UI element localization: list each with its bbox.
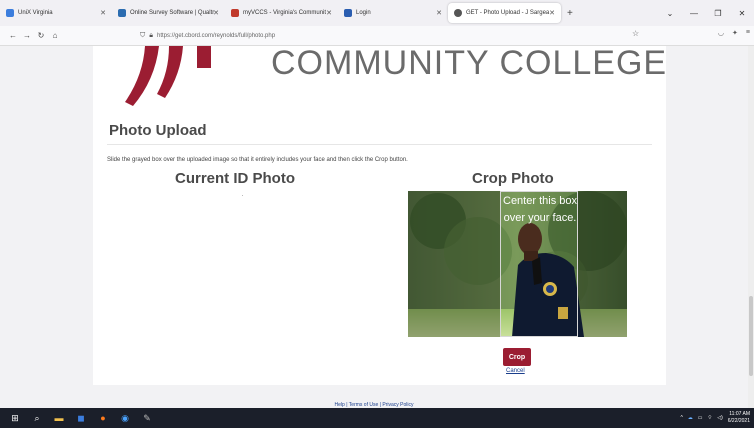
clock[interactable]: 11:07 AM 6/22/2021 <box>728 411 750 425</box>
windows-taskbar: ⊞ ⌕ ▬ ◼ ● ◉ ✎ ^ ☁ ▭ ⌔ ◁) 11:07 AM 6/22/2… <box>0 408 754 428</box>
tab-title: GET - Photo Upload - J Sargea <box>466 10 550 16</box>
page-scrollbar[interactable] <box>748 46 754 408</box>
firefox-icon[interactable]: ● <box>92 408 114 428</box>
scrollbar-thumb[interactable] <box>749 296 753 376</box>
crop-photo-image[interactable]: Center this box over your face. <box>408 191 627 337</box>
wifi-icon[interactable]: ⌔ <box>708 415 713 421</box>
clock-time: 11:07 AM <box>729 411 750 417</box>
tab-favicon-icon <box>231 9 239 17</box>
tab-login[interactable]: Login ✕ <box>338 3 448 23</box>
bookmark-star-icon[interactable]: ☆ <box>632 29 639 38</box>
college-logo-mark <box>125 46 215 108</box>
close-tab-icon[interactable]: ✕ <box>100 9 106 17</box>
search-icon[interactable]: ⌕ <box>26 408 48 428</box>
crop-box-instruction: Center this box over your face. <box>503 195 577 224</box>
minimize-icon[interactable]: — <box>682 9 706 18</box>
url-text[interactable]: https://get.cbord.com/reynolds/full/phot… <box>157 33 275 39</box>
tab-myvccs[interactable]: myVCCS - Virginia's Communit ✕ <box>225 3 338 23</box>
close-tab-icon[interactable]: ✕ <box>326 9 332 17</box>
battery-icon[interactable]: ▭ <box>698 415 703 421</box>
close-window-icon[interactable]: ✕ <box>730 9 754 18</box>
tab-title: UniX Virginia <box>18 10 53 16</box>
tab-favicon-icon <box>118 9 126 17</box>
crop-photo-heading: Crop Photo <box>472 170 554 187</box>
extensions-icon[interactable]: ✦ <box>732 29 738 37</box>
tab-favicon-icon <box>6 9 14 17</box>
onedrive-icon[interactable]: ☁ <box>688 415 693 421</box>
clock-date: 6/22/2021 <box>727 418 750 424</box>
tab-title: Login <box>356 10 371 16</box>
browser-navbar: ← → ↻ ⌂ ⛉ 🔒︎ https://get.cbord.com/reyno… <box>0 26 754 46</box>
tab-favicon-icon <box>454 9 462 17</box>
browser-tab-strip: UniX Virginia ✕ Online Survey Software |… <box>0 0 754 26</box>
crop-selection-box[interactable]: Center this box over your face. <box>500 191 578 337</box>
current-photo-placeholder <box>242 195 243 196</box>
forward-icon[interactable]: → <box>20 31 34 40</box>
divider <box>107 144 652 145</box>
close-tab-icon[interactable]: ✕ <box>549 9 555 17</box>
instructions-text: Slide the grayed box over the uploaded i… <box>107 157 408 163</box>
close-tab-icon[interactable]: ✕ <box>213 9 219 17</box>
toolbar-right: ◡ ✦ ≡ <box>718 29 750 37</box>
shield-icon[interactable]: ⛉ <box>140 32 145 40</box>
new-tab-icon[interactable]: + <box>567 8 573 19</box>
restore-icon[interactable]: ❐ <box>706 9 730 18</box>
tab-unix-virginia[interactable]: UniX Virginia ✕ <box>0 3 112 23</box>
camera-icon[interactable]: ◉ <box>114 408 136 428</box>
crop-button[interactable]: Crop <box>503 348 531 366</box>
back-icon[interactable]: ← <box>6 31 20 40</box>
home-icon[interactable]: ⌂ <box>48 31 62 40</box>
college-wordmark: COMMUNITY COLLEGE <box>271 44 668 82</box>
tab-title: myVCCS - Virginia's Communit <box>243 10 327 16</box>
outlook-icon[interactable]: ◼ <box>70 408 92 428</box>
content-card: COMMUNITY COLLEGE Photo Upload Slide the… <box>93 44 668 385</box>
close-tab-icon[interactable]: ✕ <box>436 9 442 17</box>
cancel-link[interactable]: Cancel <box>506 368 525 374</box>
page-title: Photo Upload <box>109 122 207 139</box>
file-explorer-icon[interactable]: ▬ <box>48 408 70 428</box>
chevron-up-icon[interactable]: ^ <box>680 415 682 421</box>
window-controls: ⌄ — ❐ ✕ <box>658 0 754 26</box>
current-photo-heading: Current ID Photo <box>175 170 295 187</box>
tab-qualtrics[interactable]: Online Survey Software | Qualtr ✕ <box>112 3 225 23</box>
menu-icon[interactable]: ≡ <box>746 29 750 37</box>
address-bar[interactable]: ⛉ 🔒︎ https://get.cbord.com/reynolds/full… <box>140 29 660 43</box>
tab-title: Online Survey Software | Qualtr <box>130 10 215 16</box>
chevron-down-icon[interactable]: ⌄ <box>658 9 682 18</box>
windows-start-icon[interactable]: ⊞ <box>4 408 26 428</box>
reload-icon[interactable]: ↻ <box>34 31 48 40</box>
lock-icon[interactable]: 🔒︎ <box>149 32 153 40</box>
tab-photo-upload[interactable]: GET - Photo Upload - J Sargea ✕ <box>448 3 561 23</box>
pocket-icon[interactable]: ◡ <box>718 29 724 37</box>
system-tray: ^ ☁ ▭ ⌔ ◁) 11:07 AM 6/22/2021 <box>680 408 750 428</box>
paint-icon[interactable]: ✎ <box>136 408 158 428</box>
speaker-icon[interactable]: ◁) <box>717 415 723 421</box>
tab-favicon-icon <box>344 9 352 17</box>
